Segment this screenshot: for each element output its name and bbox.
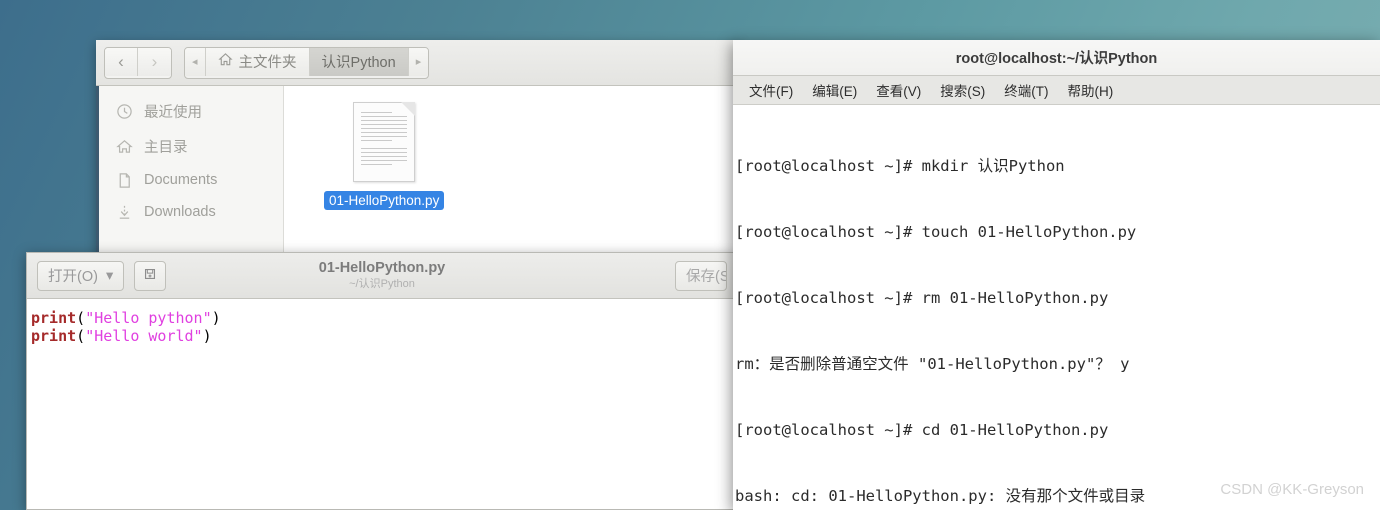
breadcrumb-label: 认识Python (321, 55, 396, 71)
terminal-menu-bar: 文件(F) 编辑(E) 查看(V) 搜索(S) 终端(T) 帮助(H) (733, 76, 1380, 105)
terminal-window[interactable]: root@localhost:~/认识Python 文件(F) 编辑(E) 查看… (733, 40, 1380, 510)
sidebar-item-label: Downloads (144, 204, 216, 220)
chevron-right-icon: › (151, 51, 158, 71)
code-keyword: print (31, 309, 77, 327)
watermark: CSDN @KK-Greyson (1220, 481, 1364, 498)
terminal-line: [root@localhost ~]# rm 01-HelloPython.py (735, 289, 1109, 307)
file-manager-toolbar: ‹ › ◂ 主文件夹 认识Python ▸ (96, 40, 740, 86)
menu-search[interactable]: 搜索(S) (932, 77, 993, 103)
sidebar-item-label: 最近使用 (144, 105, 202, 121)
triangle-left-icon: ◂ (192, 56, 198, 68)
breadcrumb-item-home[interactable]: 主文件夹 (205, 47, 310, 76)
save-button[interactable]: 保存(S (675, 260, 727, 291)
terminal-title-bar: root@localhost:~/认识Python (733, 40, 1380, 76)
sidebar-item-label: Documents (144, 172, 218, 188)
menu-view[interactable]: 查看(V) (868, 77, 929, 103)
file-manager-window[interactable]: ‹ › ◂ 主文件夹 认识Python ▸ 最近使用 主目录 Documents… (96, 40, 740, 255)
terminal-line: [root@localhost ~]# mkdir 认识Python (735, 157, 1065, 175)
menu-file[interactable]: 文件(F) (741, 77, 801, 103)
code-punct: ( (76, 327, 86, 345)
code-line: print("Hello world") (31, 327, 737, 345)
code-string: "Hello world" (85, 327, 203, 345)
sidebar-item-documents[interactable]: Documents (99, 164, 283, 196)
home-icon (115, 138, 133, 156)
text-document-icon (353, 102, 415, 182)
chevron-down-icon: ▾ (105, 267, 114, 284)
sidebar-item-home[interactable]: 主目录 (99, 129, 283, 164)
clock-icon (115, 103, 133, 121)
file-item[interactable]: 01-HelloPython.py (324, 102, 445, 210)
terminal-output[interactable]: [root@localhost ~]# mkdir 认识Python [root… (733, 105, 1380, 510)
gedit-window[interactable]: 打开(O) ▾ 01-HelloPython.py ~/认识Python 保存(… (26, 252, 738, 510)
breadcrumb: ◂ 主文件夹 认识Python ▸ (184, 46, 430, 79)
menu-terminal[interactable]: 终端(T) (996, 77, 1056, 103)
forward-button[interactable]: › (138, 47, 171, 76)
terminal-title-label: root@localhost:~/认识Python (955, 51, 1158, 67)
open-button[interactable]: 打开(O) ▾ (37, 260, 125, 291)
file-manager-content[interactable]: 01-HelloPython.py (284, 86, 740, 255)
desktop: ‹ › ◂ 主文件夹 认识Python ▸ 最近使用 主目录 Documents… (0, 0, 1380, 510)
open-button-label: 打开(O) (48, 269, 98, 285)
file-manager-body: 最近使用 主目录 Documents Downloads 01-HelloPyt… (96, 86, 740, 255)
gedit-header-bar: 打开(O) ▾ 01-HelloPython.py ~/认识Python 保存(… (27, 253, 737, 299)
code-punct: ) (202, 327, 212, 345)
code-string: "Hello python" (85, 309, 212, 327)
sidebar-item-recent[interactable]: 最近使用 (99, 94, 283, 129)
code-keyword: print (31, 327, 77, 345)
sidebar-item-downloads[interactable]: Downloads (99, 196, 283, 228)
document-icon (115, 171, 133, 189)
breadcrumb-item-current[interactable]: 认识Python (309, 47, 409, 76)
sidebar-item-label: 主目录 (144, 140, 188, 156)
terminal-line: [root@localhost ~]# cd 01-HelloPython.py (735, 421, 1109, 439)
breadcrumb-scroll-right[interactable]: ▸ (408, 47, 429, 76)
code-punct: ( (76, 309, 86, 327)
home-icon (217, 52, 233, 71)
gedit-code-area[interactable]: print("Hello python") print("Hello world… (27, 299, 737, 509)
nav-button-group: ‹ › (104, 46, 172, 79)
chevron-left-icon: ‹ (118, 51, 124, 71)
menu-help[interactable]: 帮助(H) (1060, 77, 1122, 103)
save-icon (142, 266, 158, 286)
menu-edit[interactable]: 编辑(E) (804, 77, 865, 103)
code-line: print("Hello python") (31, 309, 737, 327)
breadcrumb-label: 主文件夹 (238, 55, 297, 71)
download-icon (115, 203, 133, 221)
back-button[interactable]: ‹ (105, 47, 138, 76)
terminal-line: rm：是否删除普通空文件 "01-HelloPython.py"？ y (735, 355, 1130, 373)
save-button-label: 保存(S (686, 269, 727, 285)
file-item-label: 01-HelloPython.py (324, 191, 445, 210)
new-document-button[interactable] (134, 260, 167, 291)
breadcrumb-scroll-left[interactable]: ◂ (185, 47, 206, 76)
file-manager-sidebar: 最近使用 主目录 Documents Downloads (96, 86, 284, 255)
triangle-right-icon: ▸ (415, 56, 422, 68)
terminal-line: [root@localhost ~]# touch 01-HelloPython… (735, 223, 1137, 241)
code-punct: ) (211, 309, 221, 327)
